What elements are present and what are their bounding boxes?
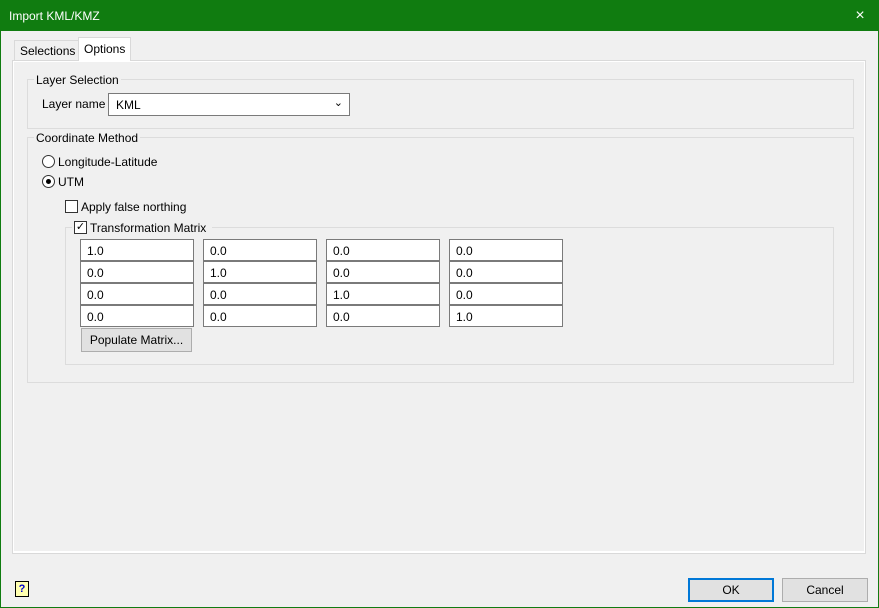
longitude-latitude-label: Longitude-Latitude	[58, 155, 158, 169]
matrix-cell-r2c2[interactable]: 1.0	[203, 261, 317, 283]
dialog-window: Import KML/KMZ × Selections Options Laye…	[0, 0, 879, 608]
matrix-cell-r1c2[interactable]: 0.0	[203, 239, 317, 261]
populate-matrix-button[interactable]: Populate Matrix...	[81, 328, 192, 352]
matrix-cell-r1c1[interactable]: 1.0	[80, 239, 194, 261]
matrix-cell-r1c3[interactable]: 0.0	[326, 239, 440, 261]
tab-options[interactable]: Options	[78, 37, 132, 61]
apply-false-northing-checkbox[interactable]	[65, 200, 78, 213]
ok-button[interactable]: OK	[688, 578, 774, 602]
close-icon[interactable]: ×	[842, 1, 878, 31]
matrix-cell-r3c1[interactable]: 0.0	[80, 283, 194, 305]
matrix-cell-r1c4[interactable]: 0.0	[449, 239, 563, 261]
layer-name-value: KML	[116, 98, 141, 112]
help-icon[interactable]: ?	[15, 581, 29, 597]
title-bar: Import KML/KMZ ×	[1, 1, 878, 31]
transformation-matrix-checkbox[interactable]: ✓	[74, 221, 87, 234]
matrix-cell-r4c4[interactable]: 1.0	[449, 305, 563, 327]
matrix-cell-r3c2[interactable]: 0.0	[203, 283, 317, 305]
tab-selections[interactable]: Selections	[14, 40, 82, 60]
matrix-cell-r4c1[interactable]: 0.0	[80, 305, 194, 327]
layer-selection-legend: Layer Selection	[34, 73, 121, 87]
matrix-cell-r2c1[interactable]: 0.0	[80, 261, 194, 283]
layer-name-select[interactable]: KML ⌄	[108, 93, 350, 116]
coordinate-method-legend: Coordinate Method	[34, 131, 141, 145]
matrix-cell-r4c3[interactable]: 0.0	[326, 305, 440, 327]
utm-radio[interactable]	[42, 175, 55, 188]
layer-name-label: Layer name	[42, 97, 106, 111]
utm-label: UTM	[58, 175, 84, 189]
longitude-latitude-radio[interactable]	[42, 155, 55, 168]
matrix-cell-r3c3[interactable]: 1.0	[326, 283, 440, 305]
cancel-button[interactable]: Cancel	[782, 578, 868, 602]
window-title: Import KML/KMZ	[9, 9, 100, 23]
matrix-cell-r2c4[interactable]: 0.0	[449, 261, 563, 283]
matrix-cell-r2c3[interactable]: 0.0	[326, 261, 440, 283]
chevron-down-icon: ⌄	[333, 97, 343, 109]
matrix-cell-r4c2[interactable]: 0.0	[203, 305, 317, 327]
apply-false-northing-label: Apply false northing	[81, 200, 187, 214]
transformation-matrix-label: Transformation Matrix	[90, 221, 207, 235]
matrix-cell-r3c4[interactable]: 0.0	[449, 283, 563, 305]
